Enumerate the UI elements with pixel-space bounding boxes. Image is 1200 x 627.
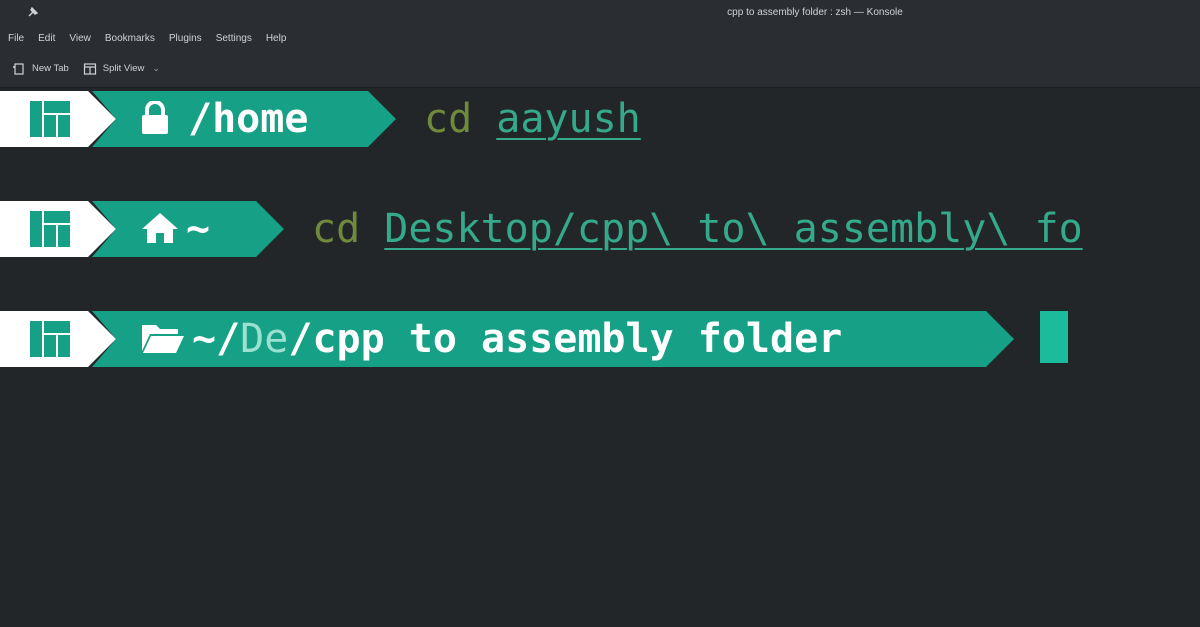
terminal-cursor <box>1040 311 1068 363</box>
prompt-logo-segment <box>0 91 116 147</box>
manjaro-logo-icon <box>30 101 70 137</box>
prompt-path-separator: / <box>288 316 313 362</box>
prompt-path-segment: /home <box>92 91 396 147</box>
title-bar: cpp to assembly folder : zsh — Konsole <box>0 0 1200 26</box>
split-view-label: Split View <box>102 63 145 74</box>
menu-view[interactable]: View <box>69 33 91 44</box>
prompt-line: ~ cd Desktop/cpp\ to\ assembly\ fo <box>0 201 1200 257</box>
prompt-logo-segment <box>0 201 116 257</box>
menu-bar: File Edit View Bookmarks Plugins Setting… <box>0 26 1200 50</box>
menu-plugins[interactable]: Plugins <box>169 33 202 44</box>
menu-bookmarks[interactable]: Bookmarks <box>105 33 155 44</box>
prompt-line: ~/De/cpp to assembly folder <box>0 311 1200 367</box>
manjaro-logo-icon <box>30 321 70 357</box>
command-verb: cd <box>312 206 361 252</box>
toolbar: New Tab Split View ⌄ <box>0 50 1200 88</box>
prompt-path: ~ <box>186 206 211 252</box>
split-view-icon <box>83 62 96 75</box>
new-tab-label: New Tab <box>32 63 69 74</box>
prompt-path: /home <box>188 96 309 142</box>
manjaro-logo-icon <box>30 211 70 247</box>
menu-edit[interactable]: Edit <box>38 33 55 44</box>
prompt-path-segment: ~ <box>92 201 284 257</box>
folder-open-icon <box>142 325 184 353</box>
terminal-view[interactable]: /home cd aayush ~ cd Desktop/cpp\ to\ as… <box>0 89 1200 627</box>
menu-file[interactable]: File <box>8 33 24 44</box>
prompt-path-abbrev: De <box>240 316 289 362</box>
home-icon <box>142 213 178 243</box>
command-text: cd Desktop/cpp\ to\ assembly\ fo <box>312 201 1083 257</box>
new-tab-button[interactable]: New Tab <box>12 62 69 76</box>
prompt-path: cpp to assembly folder <box>312 316 843 362</box>
menu-settings[interactable]: Settings <box>216 33 252 44</box>
prompt-logo-segment <box>0 311 116 367</box>
command-verb: cd <box>424 96 473 142</box>
lock-icon <box>142 101 168 134</box>
split-view-button[interactable]: Split View ⌄ <box>83 62 160 76</box>
command-argument: Desktop/cpp\ to\ assembly\ fo <box>384 206 1083 252</box>
prompt-path-prefix: ~/ <box>192 316 241 362</box>
window-title: cpp to assembly folder : zsh — Konsole <box>727 7 903 18</box>
prompt-line: /home cd aayush <box>0 91 1200 147</box>
new-tab-icon <box>13 62 24 75</box>
chevron-down-icon[interactable]: ⌄ <box>152 63 160 74</box>
prompt-path-segment: ~/De/cpp to assembly folder <box>92 311 1014 367</box>
command-argument: aayush <box>496 96 641 142</box>
menu-help[interactable]: Help <box>266 33 287 44</box>
command-text: cd aayush <box>424 91 641 147</box>
